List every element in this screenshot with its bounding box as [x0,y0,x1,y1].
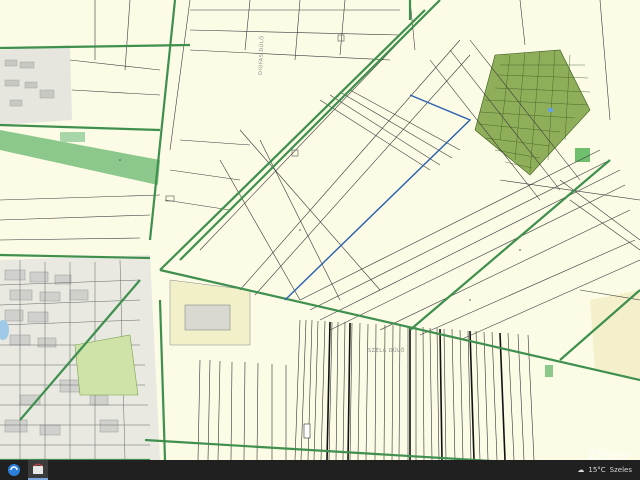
road-label-diofas: DIOFAS DŰLŐ [257,35,265,75]
pinned-map-app[interactable] [28,460,48,480]
system-tray[interactable]: ☁ 15°C Szeles [577,466,632,474]
blue-marker [548,108,553,112]
cadastral-map[interactable]: DIOFAS DŰLŐ SZÉLA DŰLŐ [0,0,640,460]
taskbar: ☁ 15°C Szeles [0,460,640,480]
map-app-icon [32,463,44,474]
start-button[interactable] [4,460,24,480]
water-tower-icon [303,423,311,439]
weather-desc: Szeles [609,466,632,474]
road-label-szela: SZÉLA DŰLŐ [368,346,405,354]
weather-temp: 15°C [588,466,606,474]
weather-icon: ☁ [577,466,585,474]
windows-start-icon [8,464,20,476]
